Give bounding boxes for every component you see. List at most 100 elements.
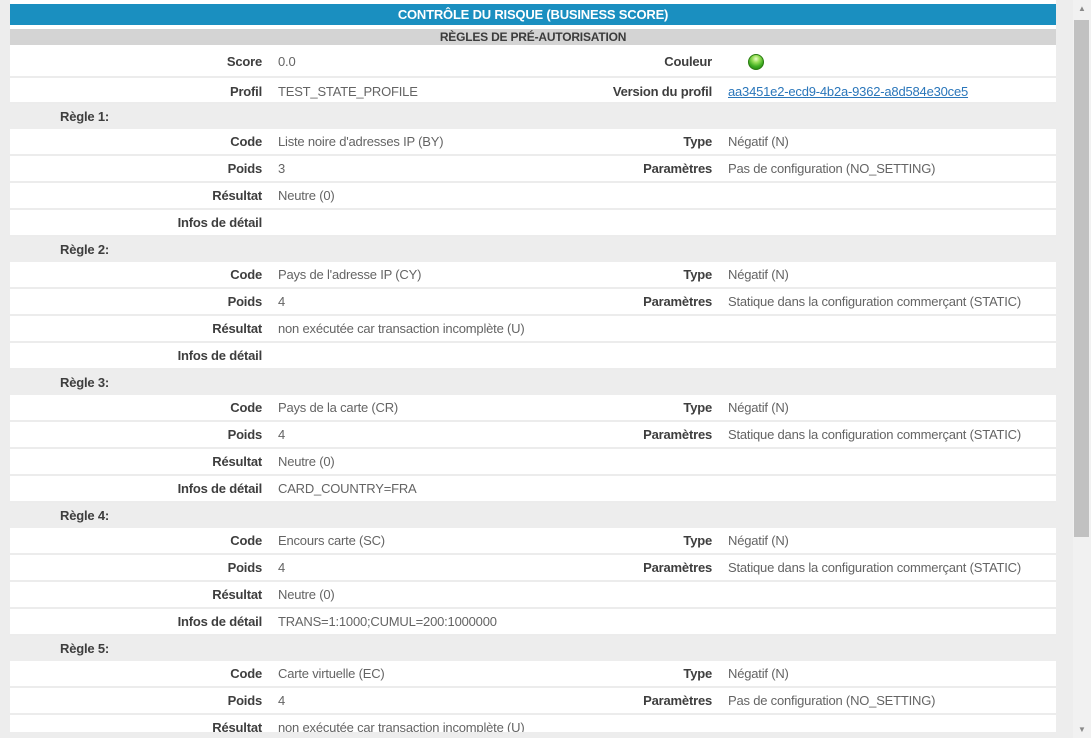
rule-parametres-label: Paramètres: [530, 161, 712, 176]
rule-row-grid: Poids4ParamètresStatique dans la configu…: [10, 289, 1056, 314]
rule-code-value: Pays de l'adresse IP (CY): [262, 267, 530, 282]
rule-type-label: Type: [530, 134, 712, 149]
rule-resultat-label: Résultat: [10, 188, 262, 203]
rule-type-value: Négatif (N): [712, 400, 1056, 415]
section-header-pre-authorisation: RÈGLES DE PRÉ-AUTORISATION: [10, 29, 1056, 45]
score-value: 0.0: [262, 54, 530, 69]
rule-row: CodePays de la carte (CR)TypeNégatif (N): [10, 395, 1056, 422]
rule-title: Règle 1:: [60, 109, 109, 124]
rule-header-row: Règle 2:: [0, 237, 1056, 262]
rule-code-value: Pays de la carte (CR): [262, 400, 530, 415]
rule-poids-label: Poids: [10, 427, 262, 442]
rule-type-label: Type: [530, 267, 712, 282]
rules-list: Règle 1:CodeListe noire d'adresses IP (B…: [10, 104, 1056, 738]
rule-resultat-value: Neutre (0): [262, 454, 1056, 469]
scroll-up-button[interactable]: ▲: [1073, 0, 1091, 17]
rule-row: CodeListe noire d'adresses IP (BY)TypeNé…: [10, 129, 1056, 156]
score-row: Score 0.0 Couleur: [10, 45, 1056, 78]
rule-code-label: Code: [10, 533, 262, 548]
vertical-scrollbar[interactable]: ▲ ▼: [1073, 0, 1091, 738]
rule-parametres-value: Pas de configuration (NO_SETTING): [712, 693, 1056, 708]
rule-parametres-label: Paramètres: [530, 560, 712, 575]
rule-row-grid: Infos de détailTRANS=1:1000;CUMUL=200:10…: [10, 609, 1056, 634]
rule-infos-label: Infos de détail: [10, 481, 262, 496]
rule-row: Infos de détail: [10, 343, 1056, 370]
rule-title: Règle 4:: [60, 508, 109, 523]
scroll-down-button[interactable]: ▼: [1073, 721, 1091, 738]
rule-row: Résultatnon exécutée car transaction inc…: [10, 316, 1056, 343]
couleur-value: [712, 53, 1056, 70]
rule-parametres-label: Paramètres: [530, 294, 712, 309]
rule-resultat-value: Neutre (0): [262, 188, 1056, 203]
profil-version-label: Version du profil: [530, 84, 712, 99]
rule-title: Règle 5:: [60, 641, 109, 656]
rule-code-value: Liste noire d'adresses IP (BY): [262, 134, 530, 149]
rule-parametres-value: Statique dans la configuration commerçan…: [712, 560, 1056, 575]
section-header-label: RÈGLES DE PRÉ-AUTORISATION: [440, 30, 626, 44]
rule-type-label: Type: [530, 666, 712, 681]
rule-row: Infos de détailTRANS=1:1000;CUMUL=200:10…: [10, 609, 1056, 636]
risk-control-screen: CONTRÔLE DU RISQUE (BUSINESS SCORE) RÈGL…: [0, 0, 1091, 738]
rule-row: Poids4ParamètresStatique dans la configu…: [10, 289, 1056, 316]
bottom-margin: [0, 732, 1073, 738]
rule-infos-label: Infos de détail: [10, 215, 262, 230]
rule-poids-value: 4: [262, 693, 530, 708]
rule-row-grid: RésultatNeutre (0): [10, 582, 1056, 607]
rule-row-grid: CodeEncours carte (SC)TypeNégatif (N): [10, 528, 1056, 553]
panel-title-bar: CONTRÔLE DU RISQUE (BUSINESS SCORE): [10, 4, 1056, 25]
rule-poids-label: Poids: [10, 294, 262, 309]
profil-version-link[interactable]: aa3451e2-ecd9-4b2a-9362-a8d584e30ce5: [728, 84, 968, 99]
rule-row-grid: Poids3ParamètresPas de configuration (NO…: [10, 156, 1056, 181]
rule-title: Règle 3:: [60, 375, 109, 390]
rule-poids-value: 3: [262, 161, 530, 176]
rule-row-grid: Poids4ParamètresPas de configuration (NO…: [10, 688, 1056, 713]
rule-row: RésultatNeutre (0): [10, 582, 1056, 609]
profil-label: Profil: [10, 84, 262, 99]
rule-infos-value: CARD_COUNTRY=FRA: [262, 481, 1056, 496]
rule-parametres-value: Pas de configuration (NO_SETTING): [712, 161, 1056, 176]
rule-infos-value: TRANS=1:1000;CUMUL=200:1000000: [262, 614, 1056, 629]
rule-row-grid: CodeCarte virtuelle (EC)TypeNégatif (N): [10, 661, 1056, 686]
rule-row: Poids4ParamètresStatique dans la configu…: [10, 422, 1056, 449]
rule-row: CodeEncours carte (SC)TypeNégatif (N): [10, 528, 1056, 555]
profil-row: Profil TEST_STATE_PROFILE Version du pro…: [10, 78, 1056, 104]
rule-header-row: Règle 5:: [0, 636, 1056, 661]
status-green-orb-icon: [748, 54, 764, 70]
rule-row: CodeCarte virtuelle (EC)TypeNégatif (N): [10, 661, 1056, 688]
rule-row-grid: Poids4ParamètresStatique dans la configu…: [10, 555, 1056, 580]
rule-resultat-value: non exécutée car transaction incomplète …: [262, 321, 1056, 336]
rule-poids-label: Poids: [10, 560, 262, 575]
rule-header-row: Règle 3:: [0, 370, 1056, 395]
rule-type-label: Type: [530, 400, 712, 415]
rule-row-grid: RésultatNeutre (0): [10, 183, 1056, 208]
score-label: Score: [10, 54, 262, 69]
rule-type-value: Négatif (N): [712, 666, 1056, 681]
panel-title: CONTRÔLE DU RISQUE (BUSINESS SCORE): [398, 7, 668, 22]
rule-poids-value: 4: [262, 427, 530, 442]
rule-resultat-label: Résultat: [10, 454, 262, 469]
scrollbar-thumb[interactable]: [1074, 20, 1089, 537]
rule-code-label: Code: [10, 134, 262, 149]
rule-poids-value: 4: [262, 560, 530, 575]
profil-version-cell: aa3451e2-ecd9-4b2a-9362-a8d584e30ce5: [712, 84, 1056, 99]
rule-parametres-value: Statique dans la configuration commerçan…: [712, 294, 1056, 309]
rule-row-grid: RésultatNeutre (0): [10, 449, 1056, 474]
rule-resultat-value: Neutre (0): [262, 587, 1056, 602]
rule-header-row: Règle 4:: [0, 503, 1056, 528]
rule-row: RésultatNeutre (0): [10, 449, 1056, 476]
couleur-label: Couleur: [530, 54, 712, 69]
rule-code-value: Carte virtuelle (EC): [262, 666, 530, 681]
rule-type-value: Négatif (N): [712, 134, 1056, 149]
rule-code-value: Encours carte (SC): [262, 533, 530, 548]
rule-code-label: Code: [10, 666, 262, 681]
rule-code-label: Code: [10, 267, 262, 282]
rule-title: Règle 2:: [60, 242, 109, 257]
rule-resultat-label: Résultat: [10, 321, 262, 336]
rule-parametres-label: Paramètres: [530, 693, 712, 708]
rule-code-label: Code: [10, 400, 262, 415]
risk-control-panel: CONTRÔLE DU RISQUE (BUSINESS SCORE) RÈGL…: [10, 4, 1056, 732]
rule-poids-label: Poids: [10, 693, 262, 708]
rule-row-grid: Poids4ParamètresStatique dans la configu…: [10, 422, 1056, 447]
rule-row: Poids4ParamètresStatique dans la configu…: [10, 555, 1056, 582]
rule-row-grid: Infos de détail: [10, 210, 1056, 235]
